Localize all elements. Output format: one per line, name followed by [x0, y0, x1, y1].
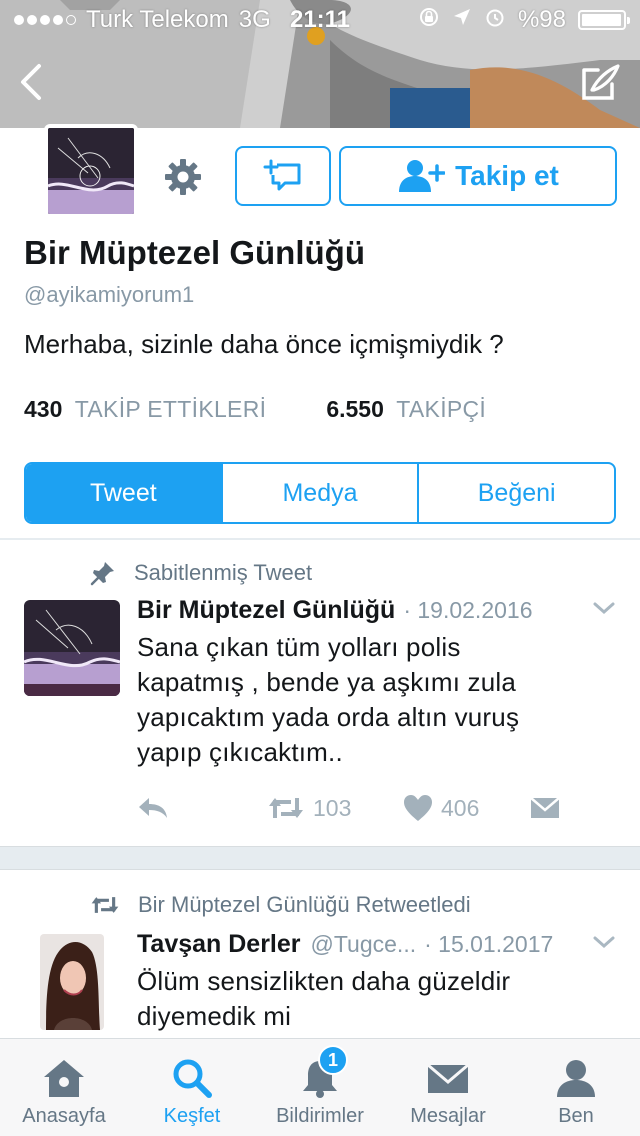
compose-icon [582, 64, 620, 100]
profile-name: Bir Müptezel Günlüğü [24, 234, 365, 271]
profile-banner: Turk Telekom 3G 21:11 %98 [0, 0, 640, 128]
following-count: 430 [24, 396, 63, 422]
pinned-label: Sabitlenmiş Tweet [134, 560, 313, 585]
envelope-icon [427, 1063, 469, 1093]
rotation-lock-icon [418, 6, 440, 35]
tabbar-explore[interactable]: Keşfet [128, 1039, 256, 1136]
profile-handle: @ayikamiyorum1 [24, 282, 195, 307]
heart-icon [404, 795, 432, 821]
status-bar: Turk Telekom 3G 21:11 %98 [0, 0, 640, 40]
tabbar-home[interactable]: Anasayfa [0, 1039, 128, 1136]
tweet-text-line: diyemedik mi [137, 1001, 292, 1031]
battery-percent: %98 [517, 6, 566, 33]
tweet-text-line: yapıcaktım yada orda altın vuruş [137, 702, 520, 732]
chevron-left-icon [21, 64, 41, 100]
tweet-avatar-image [40, 934, 104, 1030]
tweet-date: · 19.02.2016 [403, 597, 533, 623]
tweet-text: Sana çıkan tüm yolları polis kapatmış , … [137, 630, 597, 770]
tweet-header: Tavşan Derler @Tugce... · 15.01.2017 [137, 930, 616, 959]
profile-stats: 430 TAKİP ETTİKLERİ 6.550 TAKİPÇİ [24, 396, 486, 423]
bottom-tab-bar: Anasayfa Keşfet 1 Bildirimler Mesajlar B… [0, 1038, 640, 1136]
battery-icon [578, 10, 630, 30]
tweet-date: · 15.01.2017 [424, 931, 554, 957]
pinned-context: Sabitlenmiş Tweet [90, 560, 312, 586]
settings-button[interactable] [160, 154, 206, 200]
tweet-text-line: kapatmış , bende ya aşkımı zula [137, 667, 517, 697]
followers-label: TAKİPÇİ [396, 396, 487, 422]
tweet-menu-button[interactable] [592, 600, 616, 621]
notification-badge: 1 [318, 1045, 348, 1075]
tabbar-notifications-label: Bildirimler [276, 1105, 364, 1127]
profile-avatar-image [48, 128, 134, 214]
tweet-author[interactable]: Tavşan Derler [137, 930, 301, 959]
profile-tabs: Tweet Medya Beğeni [24, 462, 616, 524]
retweet-icon [269, 798, 303, 818]
followers-stat[interactable]: 6.550 TAKİPÇİ [326, 396, 486, 423]
tweet-text-line: yapıp çıkıcaktım.. [137, 737, 343, 767]
signal-strength-icon [14, 15, 76, 25]
tweet-text-line: Ölüm sensizlikten daha güzeldir [137, 966, 511, 996]
direct-message-button[interactable] [529, 795, 561, 821]
profile-bio: Merhaba, sizinle daha önce içmişmiydik ? [24, 329, 504, 359]
tweet-avatar[interactable] [40, 934, 104, 1030]
retweet-icon [91, 897, 119, 913]
tweet-item[interactable]: Bir Müptezel Günlüğü Retweetledi Tavşan … [0, 870, 640, 1038]
home-icon [44, 1060, 84, 1097]
search-icon [173, 1059, 212, 1098]
tabbar-me[interactable]: Ben [512, 1039, 640, 1136]
pin-icon [90, 562, 114, 586]
add-to-list-icon [263, 159, 301, 191]
reply-icon [139, 798, 167, 818]
follow-button[interactable]: Takip et [339, 146, 617, 206]
reply-button[interactable] [137, 796, 267, 820]
tab-tweets[interactable]: Tweet [26, 464, 221, 522]
followers-count: 6.550 [326, 396, 384, 422]
back-button[interactable] [10, 60, 50, 104]
like-count: 406 [441, 794, 480, 821]
tab-likes[interactable]: Beğeni [417, 464, 614, 522]
retweet-context-label: Bir Müptezel Günlüğü Retweetledi [138, 892, 471, 917]
following-label: TAKİP ETTİKLERİ [74, 396, 267, 422]
chevron-down-icon [593, 936, 615, 949]
location-icon [452, 6, 472, 34]
alarm-icon [484, 6, 506, 35]
compose-tweet-button[interactable] [576, 58, 624, 106]
tweet-handle[interactable]: @Tugce... [311, 931, 417, 958]
tweet-menu-button[interactable] [592, 934, 616, 955]
tabbar-messages-label: Mesajlar [410, 1105, 486, 1127]
tabbar-notifications[interactable]: 1 Bildirimler [256, 1039, 384, 1136]
tweet-avatar-image [24, 600, 120, 696]
gear-icon [165, 159, 201, 195]
envelope-icon [530, 797, 560, 818]
chevron-down-icon [593, 602, 615, 615]
retweet-context: Bir Müptezel Günlüğü Retweetledi [90, 892, 471, 918]
like-button[interactable]: 406 [403, 794, 529, 822]
tabbar-home-label: Anasayfa [22, 1105, 106, 1127]
tweet-avatar[interactable] [24, 600, 120, 696]
tabbar-messages[interactable]: Mesajlar [384, 1039, 512, 1136]
tweet-item[interactable]: Sabitlenmiş Tweet Bir Müptezel Günlüğü ·… [0, 540, 640, 846]
add-user-icon [399, 160, 446, 192]
retweet-button[interactable]: 103 [267, 794, 403, 822]
following-stat[interactable]: 430 TAKİP ETTİKLERİ [24, 396, 266, 423]
tweet-actions: 103 406 [137, 794, 561, 822]
tweet-author[interactable]: Bir Müptezel Günlüğü [137, 596, 395, 625]
network-type: 3G [238, 6, 271, 33]
tweet-text-line: Sana çıkan tüm yolları polis [137, 632, 461, 662]
tab-media[interactable]: Medya [220, 464, 418, 522]
tabbar-explore-label: Keşfet [163, 1105, 221, 1127]
add-to-list-button[interactable] [235, 146, 331, 206]
retweet-count: 103 [313, 794, 352, 821]
tweet-header: Bir Müptezel Günlüğü · 19.02.2016 [137, 596, 616, 625]
profile-avatar[interactable] [44, 124, 138, 218]
follow-button-label: Takip et [455, 160, 559, 191]
tweet-separator [0, 846, 640, 870]
person-icon [557, 1060, 595, 1097]
tweet-text: Ölüm sensizlikten daha güzeldir diyemedi… [137, 964, 597, 1034]
carrier-name: Turk Telekom [86, 6, 229, 33]
tabbar-me-label: Ben [558, 1105, 594, 1127]
